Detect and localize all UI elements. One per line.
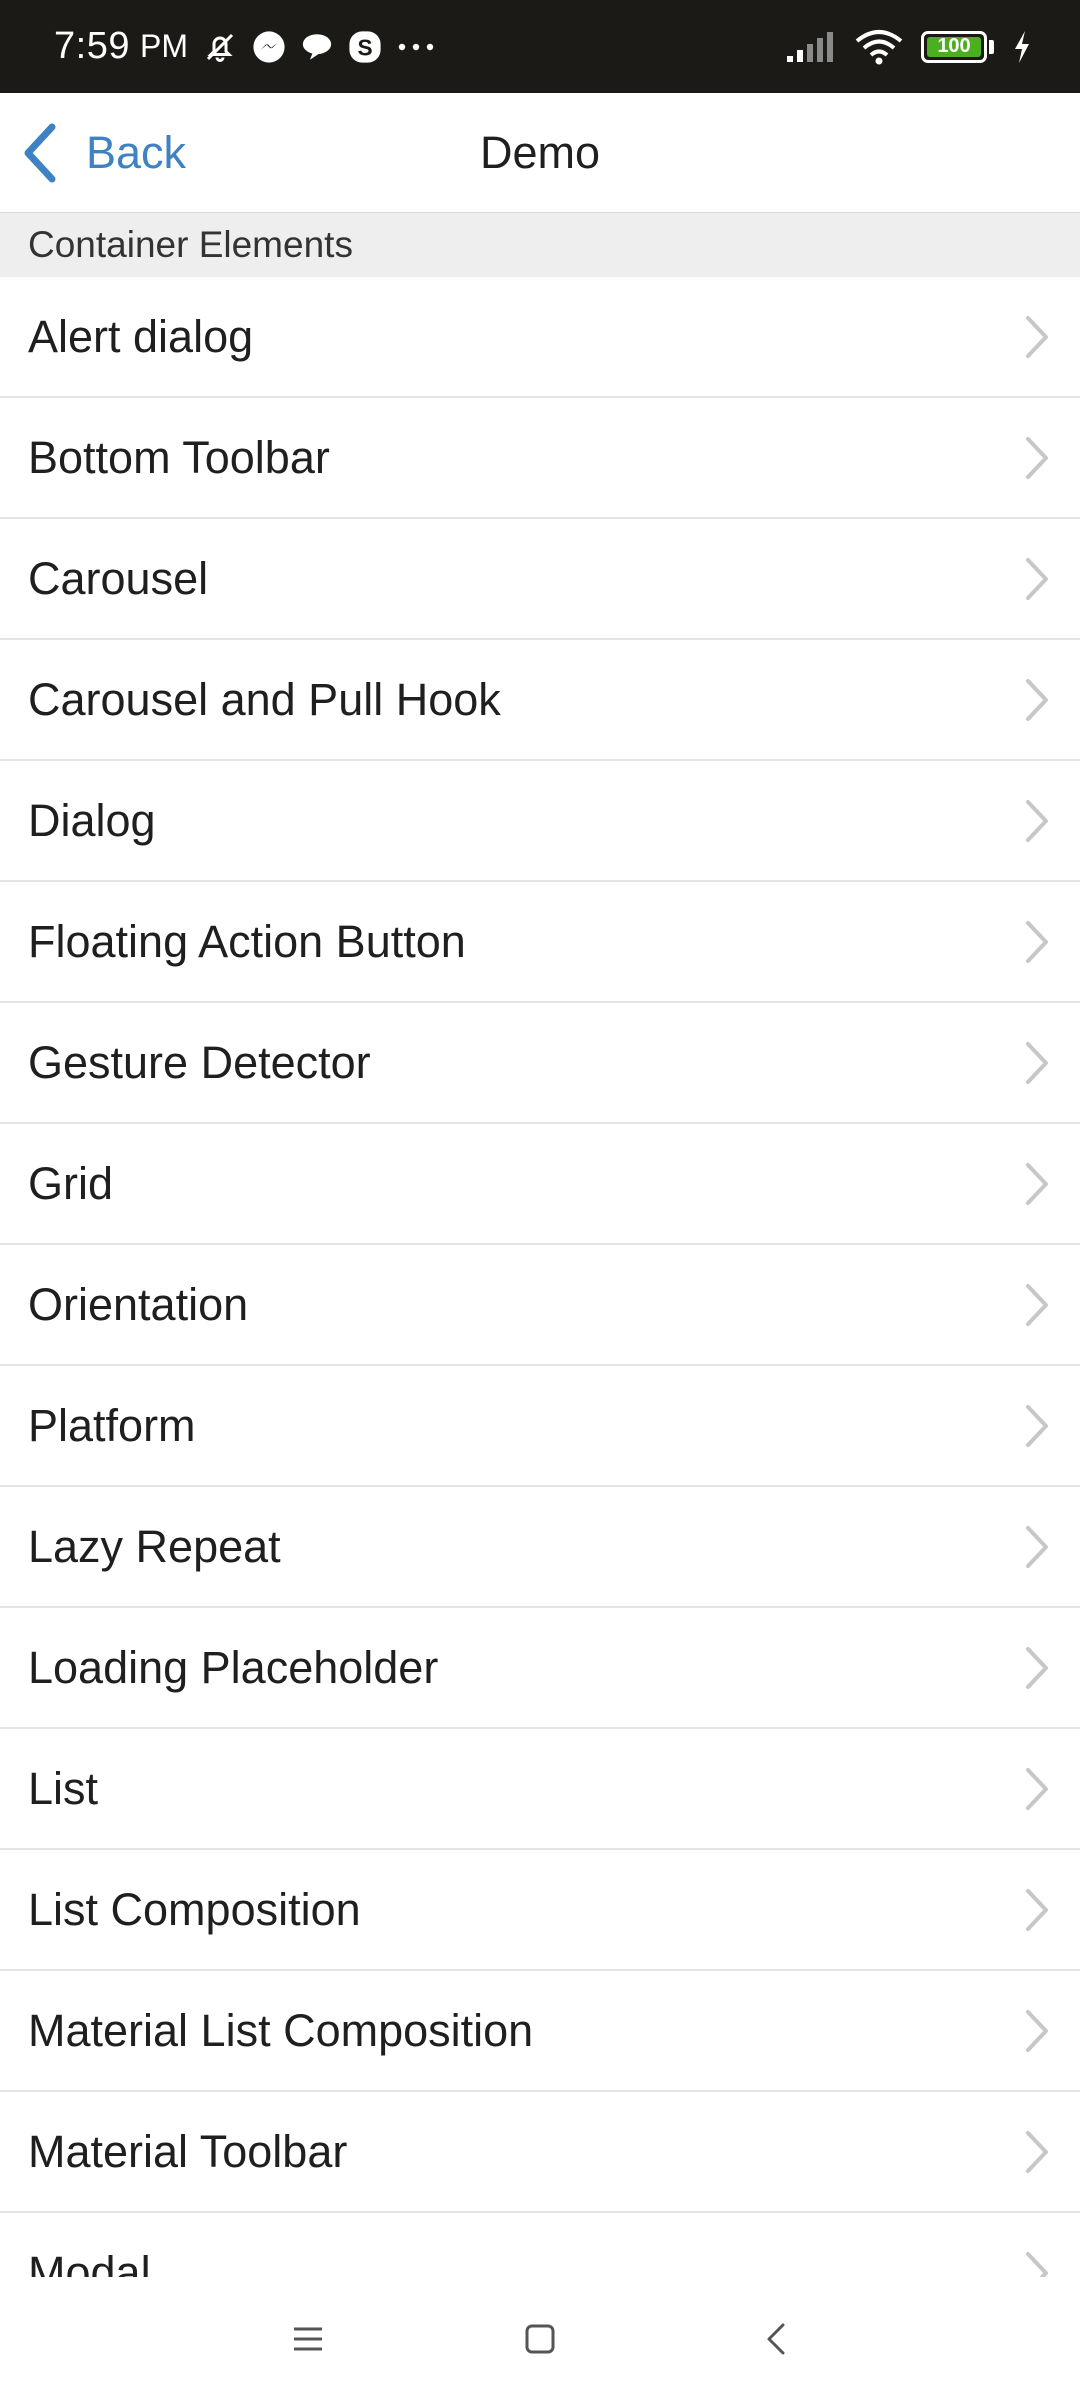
chevron-right-icon [1022,1524,1052,1570]
chevron-left-icon [20,123,60,183]
chevron-right-icon [1022,1161,1052,1207]
list-item[interactable]: Gesture Detector [0,1003,1080,1124]
list-item[interactable]: Orientation [0,1245,1080,1366]
list-item[interactable]: Dialog [0,761,1080,882]
svg-text:S: S [357,34,372,60]
back-button[interactable]: Back [20,93,186,213]
chevron-right-icon [1022,1282,1052,1328]
list-item[interactable]: Lazy Repeat [0,1487,1080,1608]
skype-icon: S [348,30,382,64]
list-item[interactable]: Platform [0,1366,1080,1487]
list-viewport[interactable]: Alert dialog Bottom Toolbar Carousel Carous… [0,277,1080,2277]
chevron-right-icon [1022,1766,1052,1812]
battery-level: 100 [937,35,971,57]
list-item-label: Loading Placeholder [28,1641,439,1693]
chevron-right-icon [1022,798,1052,844]
messenger-icon [252,30,286,64]
status-time: 7:59 [54,25,130,67]
list-item[interactable]: Floating Action Button [0,882,1080,1003]
list-item[interactable]: Material Toolbar [0,2092,1080,2213]
list-item-label: List [28,1762,99,1814]
menu-icon[interactable] [248,2277,368,2400]
demo-list: Alert dialog Bottom Toolbar Carousel Carous… [0,277,1080,2277]
list-item-label: Orientation [28,1278,249,1330]
chevron-right-icon [1022,2250,1052,2277]
list-item[interactable]: Modal [0,2213,1080,2277]
status-bar: 7:59 PM S 100 [0,0,1080,93]
list-item-label: Modal [28,2246,151,2278]
home-icon[interactable] [480,2277,600,2400]
list-item-label: List Composition [28,1883,361,1935]
list-item-label: Grid [28,1157,114,1209]
chevron-right-icon [1022,1645,1052,1691]
charging-bolt-icon [1012,30,1032,64]
chevron-right-icon [1022,1040,1052,1086]
list-item-label: Gesture Detector [28,1036,371,1088]
screen: 7:59 PM S 100 Back Demo Container Elemen… [0,0,1080,2400]
chevron-right-icon [1022,677,1052,723]
chevron-right-icon [1022,2008,1052,2054]
status-ampm: PM [139,28,188,64]
list-item[interactable]: Grid [0,1124,1080,1245]
list-item[interactable]: List Composition [0,1850,1080,1971]
list-item-label: Floating Action Button [28,915,466,967]
back-label: Back [86,127,187,178]
list-item[interactable]: List [0,1729,1080,1850]
bell-off-icon [202,29,238,65]
wifi-icon [855,29,903,65]
list-item-label: Dialog [28,794,156,846]
list-item-label: Material Toolbar [28,2125,348,2177]
chevron-right-icon [1022,919,1052,965]
status-left: 7:59 PM S [54,25,436,68]
list-item-label: Carousel [28,552,209,604]
list-item-label: Material List Composition [28,2004,534,2056]
list-item[interactable]: Alert dialog [0,277,1080,398]
list-item[interactable]: Carousel [0,519,1080,640]
list-item[interactable]: Carousel and Pull Hook [0,640,1080,761]
back-icon[interactable] [716,2277,836,2400]
signal-icon [785,30,837,64]
chevron-right-icon [1022,1403,1052,1449]
list-item[interactable]: Loading Placeholder [0,1608,1080,1729]
list-item-label: Carousel and Pull Hook [28,673,501,725]
list-item[interactable]: Material List Composition [0,1971,1080,2092]
chevron-right-icon [1022,314,1052,360]
list-item-label: Alert dialog [28,310,254,362]
navigation-bar: Back Demo [0,93,1080,213]
chat-bubble-icon [300,30,334,64]
list-item-label: Lazy Repeat [28,1520,281,1572]
system-navigation-bar [0,2277,1080,2400]
more-dots-icon [396,41,436,53]
battery-icon: 100 [921,30,987,63]
chevron-right-icon [1022,2129,1052,2175]
status-right: 100 [785,29,1032,65]
battery-indicator: 100 [921,30,994,63]
list-item-label: Platform [28,1399,196,1451]
chevron-right-icon [1022,435,1052,481]
chevron-right-icon [1022,556,1052,602]
list-item[interactable]: Bottom Toolbar [0,398,1080,519]
chevron-right-icon [1022,1887,1052,1933]
section-header: Container Elements [0,213,1080,277]
list-item-label: Bottom Toolbar [28,431,330,483]
